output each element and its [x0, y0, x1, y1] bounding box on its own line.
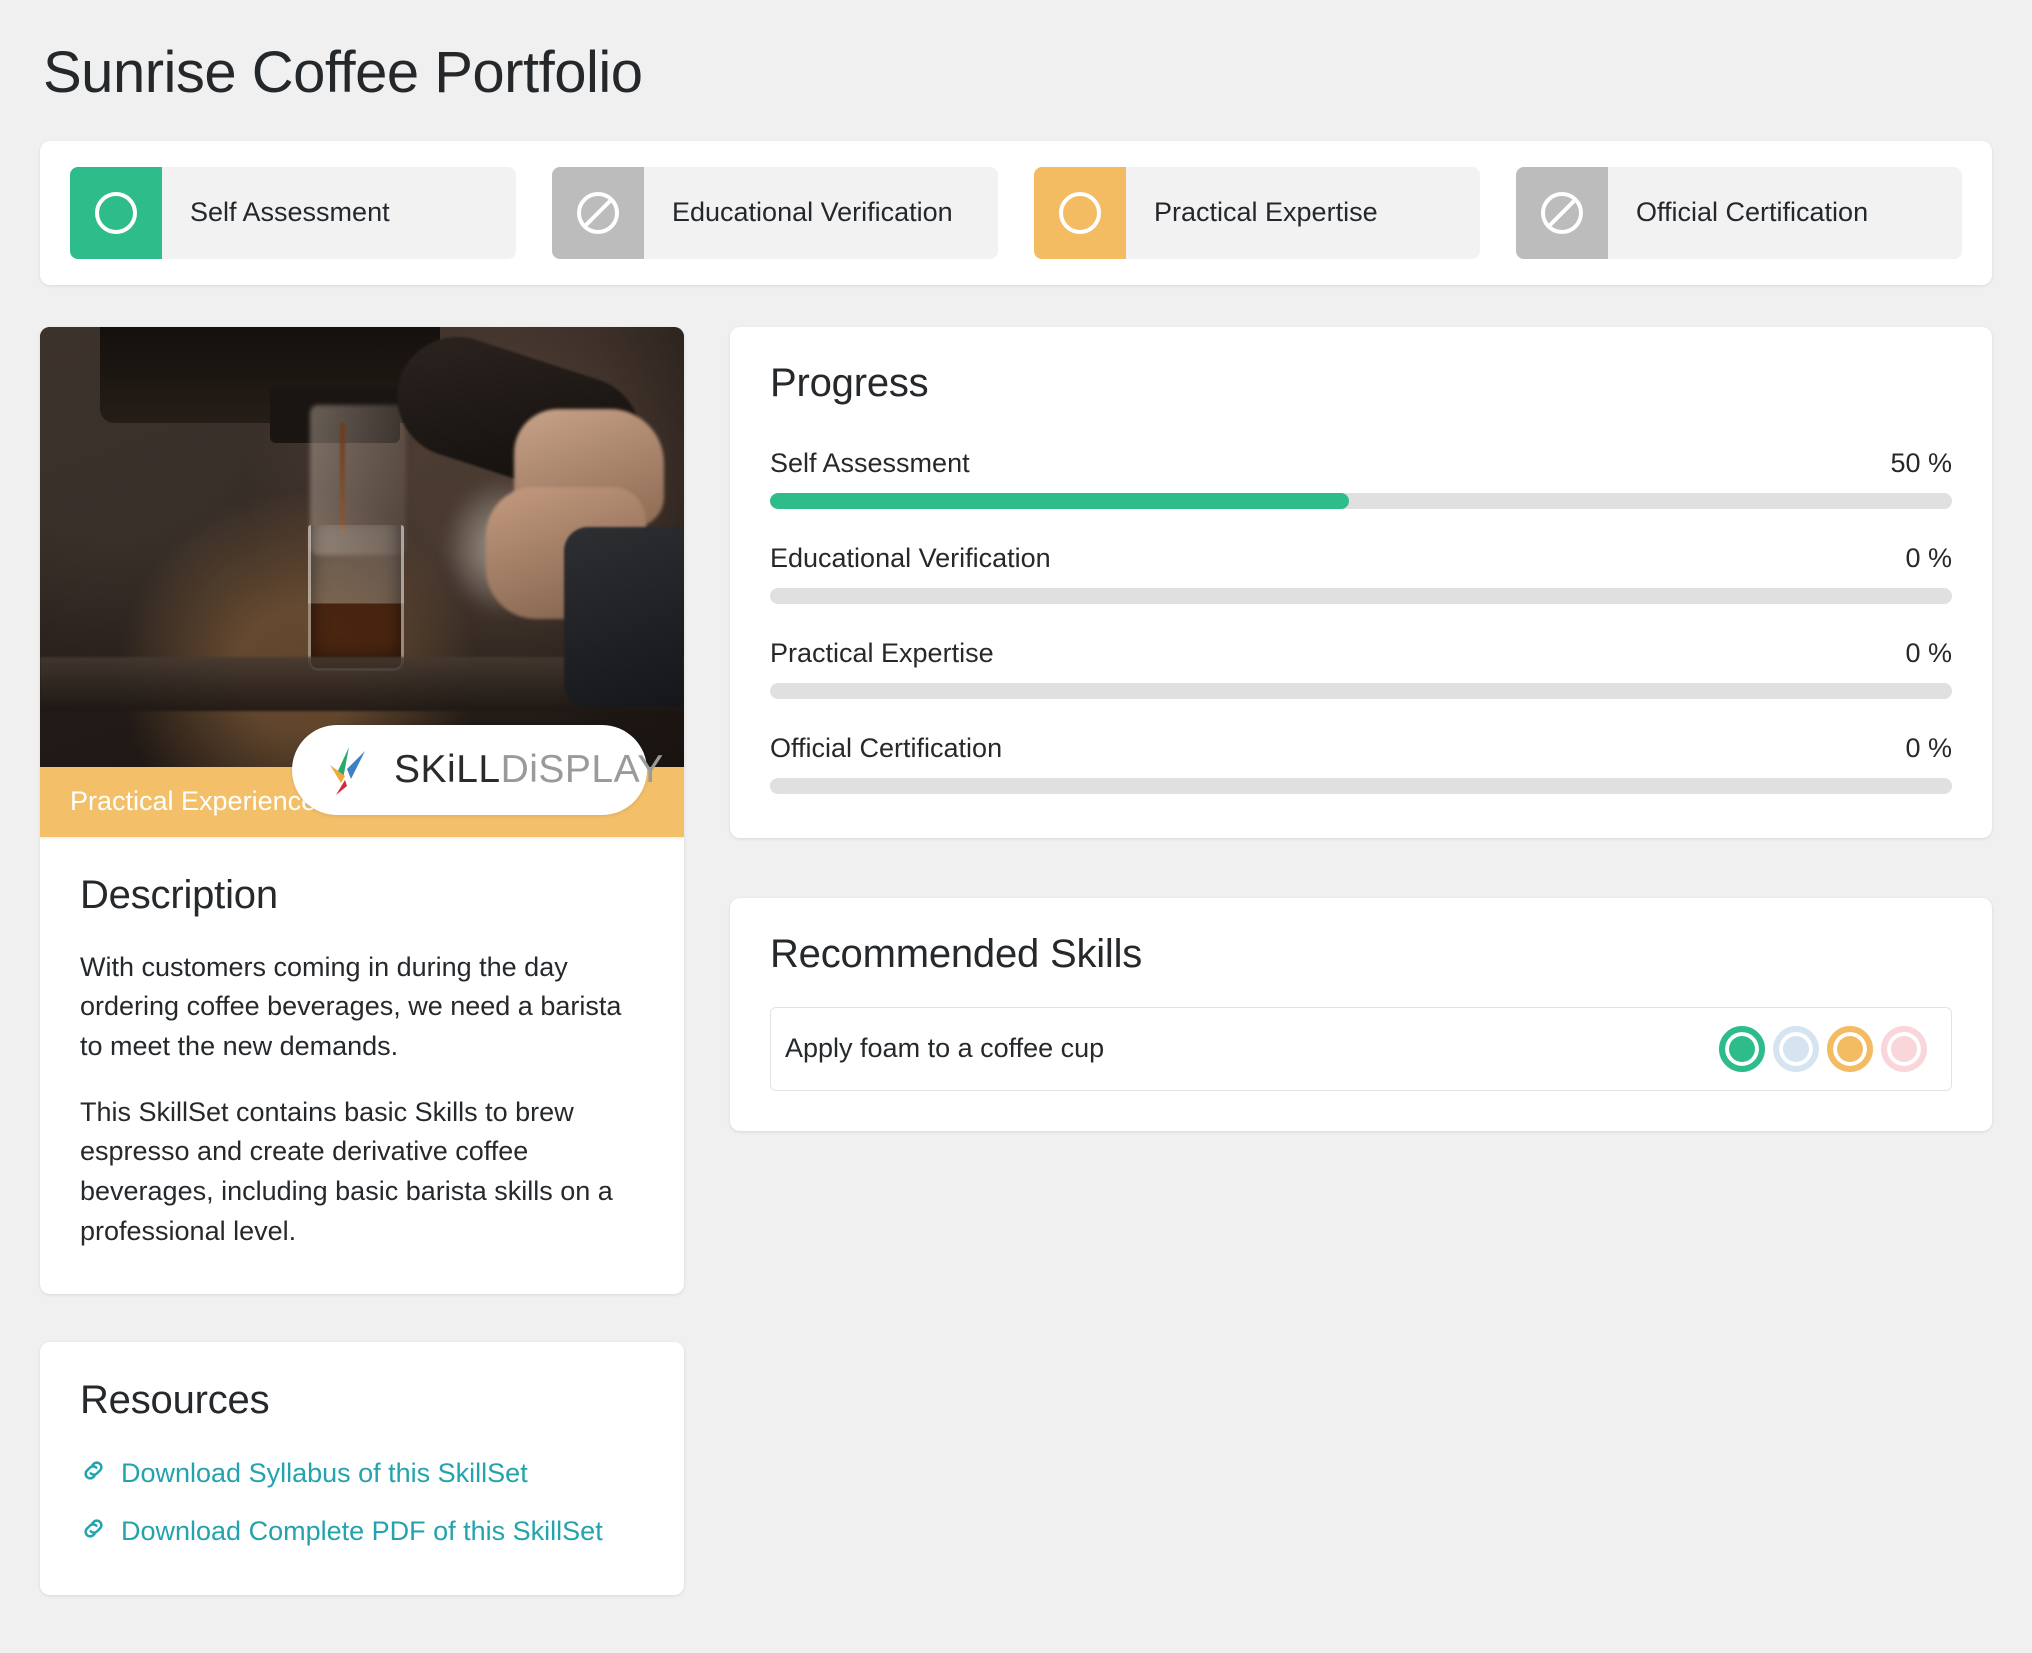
status-tab-official-certification[interactable]: Official Certification: [1516, 166, 1962, 259]
circle-outline-icon: [1034, 166, 1126, 259]
progress-bar-track: [770, 777, 1952, 794]
educational-verification-dot: [1773, 1025, 1819, 1072]
self-assessment-dot: [1719, 1025, 1765, 1072]
official-certification-dot: [1881, 1025, 1927, 1072]
status-tab-label: Practical Expertise: [1154, 197, 1378, 228]
progress-item-value: 50 %: [1890, 447, 1952, 478]
progress-bar-fill: [770, 492, 1350, 509]
description-card: Description With customers coming in dur…: [40, 836, 684, 1294]
right-column: Progress Self Assessment 50 % Educational …: [730, 326, 1992, 1131]
status-tab-self-assessment[interactable]: Self Assessment: [70, 166, 516, 259]
progress-card: Progress Self Assessment 50 % Educational …: [730, 326, 1992, 838]
resources-list: Download Syllabus of this SkillSet Downlo…: [80, 1453, 644, 1553]
recommended-skill-row[interactable]: Apply foam to a coffee cup: [770, 1006, 1952, 1091]
media-card: Practical Experience SKiLLDiSPLAY: [40, 326, 684, 837]
progress-item-self-assessment: Self Assessment 50 %: [770, 448, 1952, 509]
description-paragraph: This SkillSet contains basic Skills to b…: [80, 1096, 613, 1246]
practical-expertise-dot: [1827, 1025, 1873, 1072]
skilldisplay-logo: SKiLLDiSPLAY: [292, 724, 663, 815]
skill-status-dots: [1719, 1025, 1927, 1072]
progress-item-label: Self Assessment: [770, 447, 970, 478]
recommended-skills-card: Recommended Skills Apply foam to a coffe…: [730, 897, 1992, 1131]
description-paragraph: With customers coming in during the day …: [80, 951, 622, 1062]
recommended-skill-name: Apply foam to a coffee cup: [785, 1033, 1105, 1064]
progress-title: Progress: [770, 360, 929, 405]
resource-link-label: Download Complete PDF of this SkillSet: [121, 1516, 603, 1546]
resource-link-label: Download Syllabus of this SkillSet: [121, 1458, 528, 1488]
description-title: Description: [80, 872, 278, 917]
progress-item-value: 0 %: [1905, 732, 1952, 763]
logo-primary: SKiLL: [394, 748, 501, 792]
progress-item-value: 0 %: [1905, 637, 1952, 668]
link-chain-icon: [80, 1515, 107, 1549]
progress-list: Self Assessment 50 % Educational Verificat…: [770, 448, 1952, 794]
page-title: Sunrise Coffee Portfolio: [43, 40, 643, 105]
status-tab-label: Official Certification: [1636, 197, 1869, 228]
skillset-photo: [40, 326, 684, 767]
progress-item-official-certification: Official Certification 0 %: [770, 733, 1952, 794]
progress-bar-track: [770, 587, 1952, 604]
page-root: Sunrise Coffee Portfolio Self Assessment…: [0, 0, 2032, 1653]
status-tab-educational-verification[interactable]: Educational Verification: [552, 166, 998, 259]
progress-item-value: 0 %: [1905, 542, 1952, 573]
progress-bar-track: [770, 492, 1952, 509]
progress-item-practical-expertise: Practical Expertise 0 %: [770, 638, 1952, 699]
skilldisplay-logo-text: SKiLLDiSPLAY: [394, 750, 664, 789]
left-column: Practical Experience SKiLLDiSPLAY Descri…: [40, 326, 684, 1595]
progress-bar-track: [770, 682, 1952, 699]
recommended-skills-list: Apply foam to a coffee cup: [770, 1006, 1952, 1091]
resources-title: Resources: [80, 1377, 270, 1422]
status-tab-label: Self Assessment: [190, 197, 390, 228]
status-tab-label: Educational Verification: [672, 197, 953, 228]
content-grid: Practical Experience SKiLLDiSPLAY Descri…: [40, 326, 1992, 1595]
progress-item-label: Educational Verification: [770, 542, 1051, 573]
progress-item-educational-verification: Educational Verification 0 %: [770, 543, 1952, 604]
link-chain-icon: [80, 1457, 107, 1491]
logo-secondary: DiSPLAY: [500, 748, 664, 792]
media-caption-label: Practical Experience: [70, 786, 317, 817]
progress-item-label: Official Certification: [770, 732, 1003, 763]
progress-item-label: Practical Expertise: [770, 637, 994, 668]
description-body: With customers coming in during the day …: [80, 948, 644, 1252]
resource-link-download-syllabus-of-this-skillset[interactable]: Download Syllabus of this SkillSet: [80, 1453, 644, 1495]
status-tab-practical-expertise[interactable]: Practical Expertise: [1034, 166, 1480, 259]
circle-outline-icon: [70, 166, 162, 259]
recommended-skills-title: Recommended Skills: [770, 931, 1143, 976]
blocked-icon: [552, 166, 644, 259]
skilldisplay-logo-icon: [318, 739, 380, 801]
status-tab-bar: Self Assessment Educational Verification P…: [40, 140, 1992, 285]
blocked-icon: [1516, 166, 1608, 259]
resource-link-download-complete-pdf-of-this-skillset[interactable]: Download Complete PDF of this SkillSet: [80, 1511, 644, 1553]
resources-card: Resources Download Syllabus of this Skil…: [40, 1341, 684, 1595]
